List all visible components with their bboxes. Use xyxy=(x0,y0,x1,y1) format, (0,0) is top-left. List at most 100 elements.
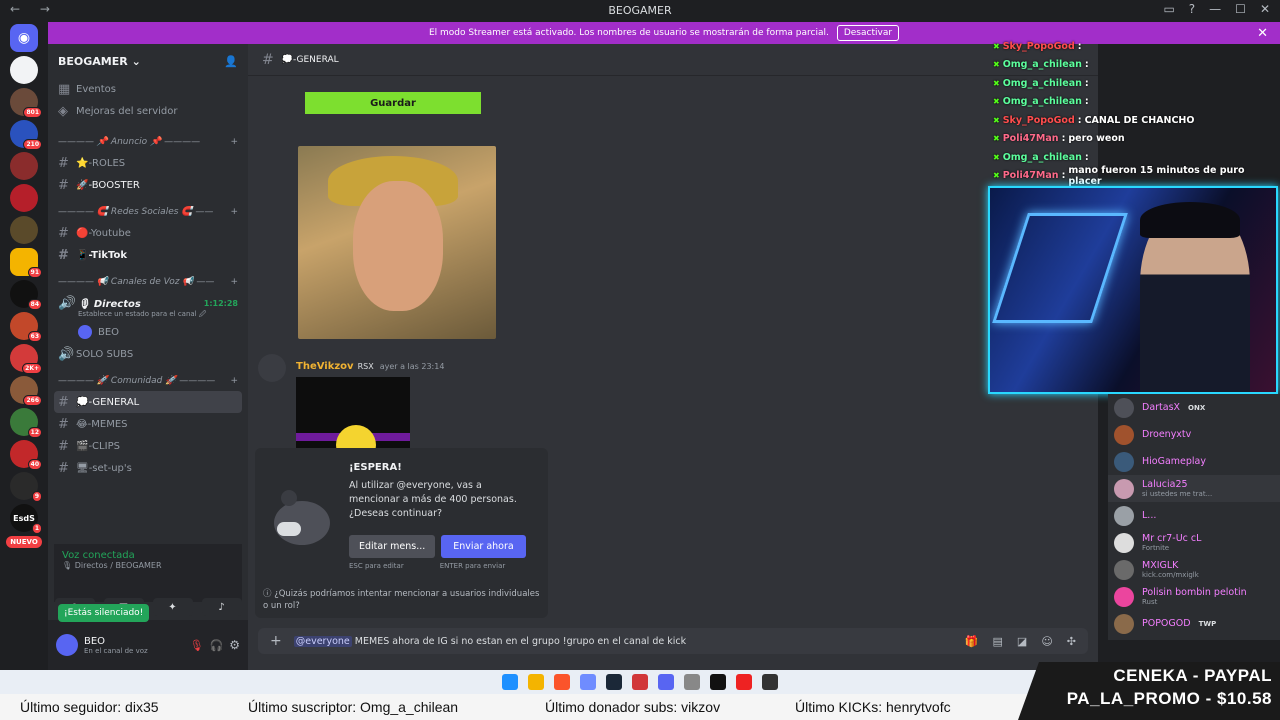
member-item[interactable]: HioGameplay xyxy=(1108,448,1280,475)
server-icon[interactable]: 266 xyxy=(10,376,42,406)
channel-memes[interactable]: # 😂-MEMES xyxy=(48,413,248,435)
channel-youtube[interactable]: # 🔴-Youtube xyxy=(48,222,248,244)
save-button[interactable]: Guardar xyxy=(305,92,481,114)
member-item[interactable]: Mr cr7-Uc cL Fortnite xyxy=(1108,529,1280,556)
disable-streamer-button[interactable]: Desactivar xyxy=(836,25,900,41)
hint-edit: ESC para editar xyxy=(349,562,404,570)
member-item[interactable]: MXIGLK kick.com/mxiglk xyxy=(1108,556,1280,583)
server-icon[interactable]: 12 xyxy=(10,408,42,438)
inbox-icon[interactable]: ▭ xyxy=(1163,2,1174,16)
voice-channel-solosubs[interactable]: 🔊 SOLO SUBS xyxy=(48,343,248,365)
window-title: BEOGAMER xyxy=(608,3,672,17)
voice-user-beo[interactable]: BEO xyxy=(48,321,248,343)
member-list: DartasX ONX Droenyxtv HioGameplay Lalucia… xyxy=(1108,394,1280,640)
mention-badge: 210 xyxy=(23,139,42,150)
new-badge[interactable]: NUEVO xyxy=(6,536,42,548)
deafen-icon[interactable]: 🎧 xyxy=(210,639,224,652)
category-anuncio[interactable]: ———— 📌 Anuncio 📌 ———— + xyxy=(48,132,248,152)
server-icon[interactable]: 63 xyxy=(10,312,42,342)
voice-channel-label[interactable]: 🎙 Directos / BEOGAMER xyxy=(62,561,234,570)
sidebar-item-eventos[interactable]: ▦ Eventos xyxy=(48,78,248,100)
channel-status[interactable]: Establece un estado para el canal 🖉 xyxy=(48,310,248,321)
message: TheVikzov RSX ayer a las 23:14 xyxy=(258,354,444,455)
emoji-icon[interactable]: ☺ xyxy=(1041,635,1052,648)
apps-icon[interactable]: ✣ xyxy=(1067,635,1076,648)
message-author[interactable]: TheVikzov xyxy=(296,361,354,372)
mention-badge: 801 xyxy=(23,107,42,118)
mention-badge: 91 xyxy=(27,267,42,278)
channel-setups[interactable]: # 🖥-set-up's xyxy=(48,457,248,479)
obs-icon[interactable] xyxy=(762,674,778,690)
muted-tooltip: ¡Estás silenciado! xyxy=(58,604,150,622)
server-icon[interactable]: 2K+ xyxy=(10,344,42,374)
capcut-icon[interactable] xyxy=(710,674,726,690)
avatar[interactable] xyxy=(258,354,286,382)
soundboard-icon[interactable]: ♪ xyxy=(201,598,242,616)
mention-badge: 2K+ xyxy=(22,363,42,374)
gif-icon[interactable]: ▤ xyxy=(993,635,1003,648)
server-icon[interactable] xyxy=(10,56,38,84)
server-icon[interactable] xyxy=(10,216,38,244)
app-icon[interactable] xyxy=(736,674,752,690)
server-icon[interactable]: 40 xyxy=(10,440,42,470)
member-item[interactable]: Lalucia25 si ustedes me trat... xyxy=(1108,475,1280,502)
channel-roles[interactable]: # ⭐-ROLES xyxy=(48,152,248,174)
channel-booster[interactable]: # 🚀-BOOSTER xyxy=(48,174,248,196)
close-window-icon[interactable]: ✕ xyxy=(1260,2,1270,16)
server-icon[interactable]: 9 xyxy=(10,472,42,502)
edit-message-button[interactable]: Editar mens... xyxy=(349,535,436,558)
help-icon[interactable]: ? xyxy=(1189,2,1195,16)
send-now-button[interactable]: Enviar ahora xyxy=(441,535,526,558)
mention-badge: 12 xyxy=(27,427,42,438)
channel-tiktok[interactable]: # 📱-TikTok xyxy=(48,244,248,266)
popup-footer: ⓘ ¿Quizás podríamos intentar mencionar a… xyxy=(263,589,540,611)
server-icon[interactable] xyxy=(10,152,38,180)
channel-clips[interactable]: # 🎬-CLIPS xyxy=(48,435,248,457)
gif-image[interactable] xyxy=(296,377,410,455)
minimize-icon[interactable]: — xyxy=(1209,2,1221,16)
member-item[interactable]: POPOGOD TWP xyxy=(1108,610,1280,637)
gift-icon[interactable]: 🎁 xyxy=(965,635,979,648)
meme-image[interactable] xyxy=(298,146,496,339)
app-icon[interactable] xyxy=(684,674,700,690)
discord-icon[interactable] xyxy=(658,674,674,690)
streamer-banner-text: El modo Streamer está activado. Los nomb… xyxy=(428,28,829,38)
server-icon[interactable]: 91 xyxy=(10,248,42,278)
channel-general[interactable]: # 💭-GENERAL xyxy=(54,391,242,413)
server-icon[interactable]: 210 xyxy=(10,120,42,150)
member-item[interactable]: DartasX ONX xyxy=(1108,394,1280,421)
app-icon[interactable] xyxy=(580,674,596,690)
member-item[interactable]: Droenyxtv xyxy=(1108,421,1280,448)
server-icon-esds[interactable]: EsdS 1 xyxy=(10,504,42,534)
nav-arrows[interactable]: ← → xyxy=(10,2,58,16)
sticker-icon[interactable]: ◪ xyxy=(1017,635,1027,648)
category-voz[interactable]: ———— 📢 Canales de Voz 📢 —— + xyxy=(48,272,248,292)
hash-icon: # xyxy=(262,51,274,68)
mic-muted-icon[interactable]: 🎙 xyxy=(190,639,204,652)
server-icon[interactable] xyxy=(10,184,38,212)
member-item[interactable]: L... xyxy=(1108,502,1280,529)
chat-line: ✖ Omg_a_chilean : xyxy=(993,59,1089,71)
add-member-icon[interactable]: 👤 xyxy=(224,55,238,68)
activity-icon[interactable]: ✦ xyxy=(152,598,193,616)
last-kicks: Último KICKs: henrytvofc xyxy=(795,699,951,715)
server-icon[interactable]: 801 xyxy=(10,88,42,118)
brave-icon[interactable] xyxy=(554,674,570,690)
gear-icon[interactable]: ⚙ xyxy=(229,638,240,652)
server-icon[interactable]: 84 xyxy=(10,280,42,310)
category-comunidad[interactable]: ———— 🚀 Comunidad 🚀 ———— + xyxy=(48,371,248,391)
plus-icon[interactable]: + xyxy=(270,633,282,649)
wumpus-illustration xyxy=(274,490,330,545)
server-header[interactable]: BEOGAMER ⌄ 👤 xyxy=(48,44,248,78)
avatar[interactable] xyxy=(56,634,78,656)
riot-icon[interactable] xyxy=(632,674,648,690)
member-item[interactable]: Polisin bombin pelotin Rust xyxy=(1108,583,1280,610)
windows-start-icon[interactable] xyxy=(502,674,518,690)
discord-home-icon[interactable]: ◉ xyxy=(10,24,38,52)
steam-icon[interactable] xyxy=(606,674,622,690)
sidebar-item-mejoras[interactable]: ◈ Mejoras del servidor xyxy=(48,100,248,122)
maximize-icon[interactable]: ☐ xyxy=(1235,2,1246,16)
message-input[interactable]: + @everyone MEMES ahora de IG si no esta… xyxy=(258,628,1088,654)
file-explorer-icon[interactable] xyxy=(528,674,544,690)
category-redes[interactable]: ———— 🧲 Redes Sociales 🧲 —— + xyxy=(48,202,248,222)
